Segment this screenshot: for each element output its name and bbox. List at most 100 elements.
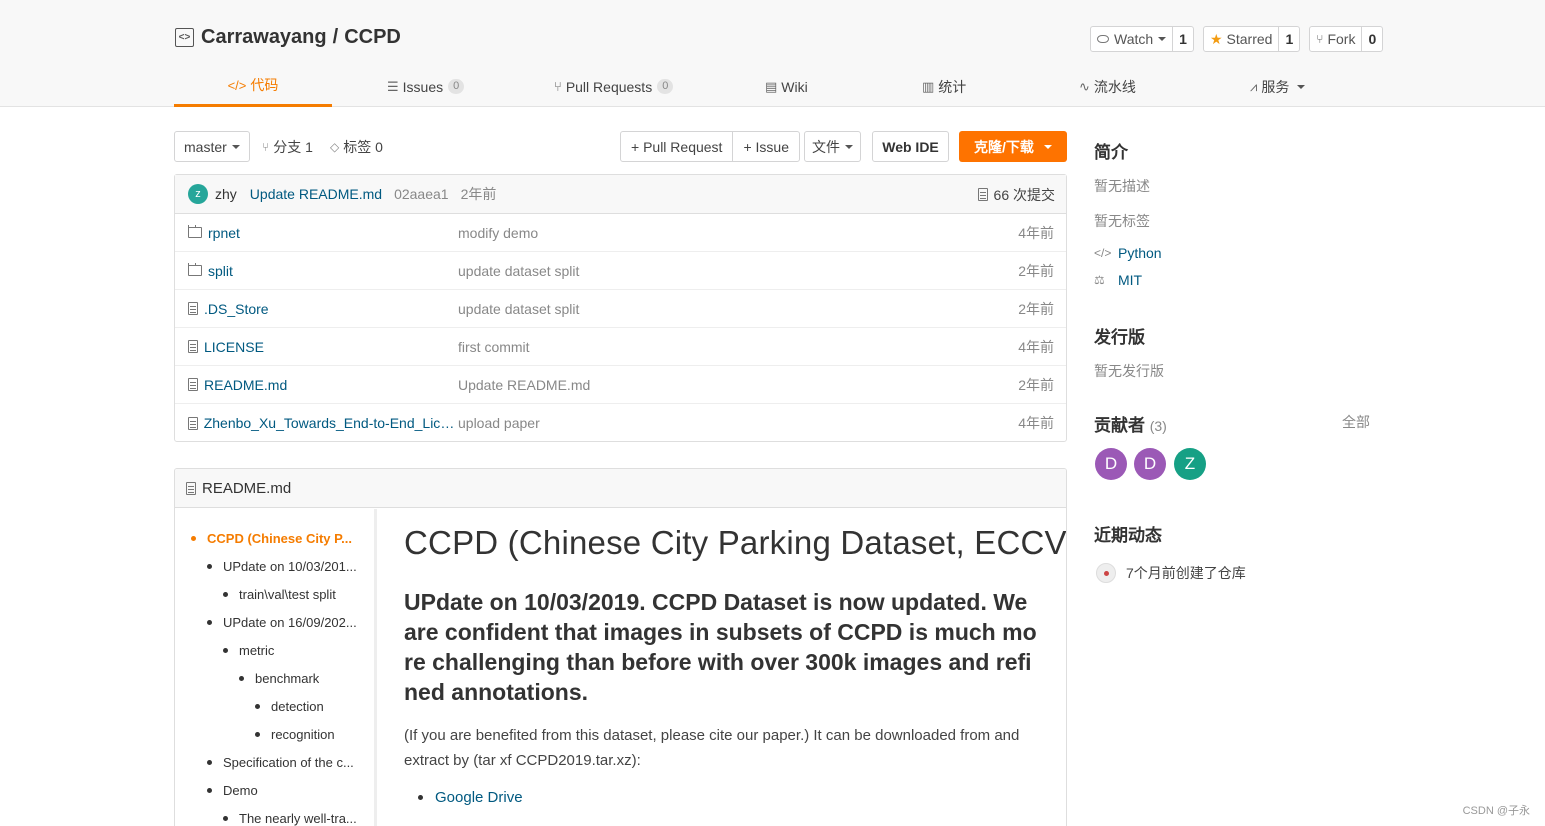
language-label: Python [1118,245,1162,261]
file-commit-message[interactable]: Update README.md [458,377,590,393]
toc-item[interactable]: metric [223,643,359,658]
toc-item[interactable]: Specification of the c... [207,755,359,770]
tab-pull-requests[interactable]: ⑂ Pull Requests 0 [554,66,674,107]
google-drive-link[interactable]: Google Drive [435,789,523,806]
tab-stats[interactable]: ▥ 统计 [922,66,966,107]
no-release-text: 暂无发行版 [1094,363,1164,379]
commit-message-link[interactable]: Update README.md [250,186,382,202]
table-row: split update dataset split 2年前 [175,252,1066,290]
tab-issues[interactable]: ☰ Issues 0 [387,66,465,107]
branch-select[interactable]: master [174,131,250,162]
readme-heading-2: UPdate on 10/03/2019. CCPD Dataset is no… [404,589,1037,705]
issues-count-badge: 0 [448,79,465,94]
file-link[interactable]: rpnet [188,224,458,241]
scale-icon: ⚖ [1094,273,1105,287]
file-link[interactable]: split [188,262,458,279]
avatar[interactable]: D [1134,448,1166,480]
fork-count[interactable]: 0 [1361,27,1382,51]
file-commit-message[interactable]: update dataset split [458,263,579,279]
file-list: z zhy Update README.md 02aaea1 2年前 66 次提… [174,174,1067,442]
star-count[interactable]: 1 [1278,27,1299,51]
repo-owner-link[interactable]: Carrawayang [201,26,327,49]
file-name: rpnet [208,224,240,241]
service-icon: ⩘ [1250,78,1258,94]
file-name: split [208,262,233,279]
fork-button[interactable]: ⑂ Fork [1310,27,1361,51]
file-commit-message[interactable]: modify demo [458,225,538,241]
clone-download-button[interactable]: 克隆/下载 [959,131,1067,162]
license-link[interactable]: ⚖ MIT [1094,272,1142,288]
fork-icon: ⑂ [1316,32,1324,46]
list-item[interactable]: Google Drive [418,789,523,806]
readme-header: README.md [175,469,1066,508]
file-commit-message[interactable]: first commit [458,339,530,355]
file-commit-time: 4年前 [1018,338,1054,355]
file-link[interactable]: .DS_Store [188,301,458,317]
chevron-down-icon [1158,37,1167,41]
tab-code[interactable]: </> 代码 [174,66,332,107]
tab-wiki[interactable]: ▤ Wiki [765,66,808,107]
toc-item[interactable]: Demo [207,783,359,798]
toc-item[interactable]: The nearly well-tra... [223,811,359,826]
toc-item[interactable]: CCPD (Chinese City P... [191,531,359,546]
tab-wiki-label: Wiki [781,78,808,95]
watch-button-group: Watch 1 [1090,26,1194,52]
tab-code-label: 代码 [250,77,279,93]
branches-link[interactable]: ⑂ 分支 1 [262,131,313,162]
tab-pipeline[interactable]: ∿ 流水线 [1079,66,1136,107]
eye-icon [1097,35,1109,43]
readme-filename: README.md [202,479,292,497]
watch-button[interactable]: Watch [1091,27,1172,51]
star-button[interactable]: ★ Starred [1204,27,1278,51]
tab-pull-requests-label: Pull Requests [565,78,653,95]
chevron-down-icon [845,144,853,149]
all-contributors-link[interactable]: 全部 [1342,412,1370,432]
file-menu-button[interactable]: 文件 [804,131,861,162]
avatar[interactable] [1096,563,1116,583]
file-link[interactable]: LICENSE [188,339,458,355]
toc-item[interactable]: recognition [255,727,359,742]
repo-name-link[interactable]: CCPD [344,26,401,49]
tags-link[interactable]: ◇ 标签 0 [330,131,383,162]
file-icon [188,340,198,353]
table-row: rpnet modify demo 4年前 [175,214,1066,252]
folder-icon [188,224,202,238]
watch-label: Watch [1114,31,1154,47]
file-icon [188,378,198,391]
avatar[interactable]: D [1095,448,1127,480]
avatar[interactable]: Z [1174,448,1206,480]
repo-actions: Watch 1 ★ Starred 1 ⑂ Fork 0 [1090,26,1384,52]
commits-icon [977,188,988,201]
file-icon [188,416,198,430]
toc-item[interactable]: benchmark [239,671,359,686]
commit-sha-link[interactable]: 02aaea1 [394,186,449,202]
commit-author[interactable]: zhy [215,186,237,202]
web-ide-button[interactable]: Web IDE [872,131,949,162]
new-pull-request-button[interactable]: + Pull Request [621,132,732,161]
table-row: README.md Update README.md 2年前 [175,366,1066,404]
toc-item[interactable]: UPdate on 16/09/202... [207,615,359,630]
file-commit-message[interactable]: update dataset split [458,301,579,317]
file-link[interactable]: Zhenbo_Xu_Towards_End-to-End_Licen... [188,415,458,431]
toc-item[interactable]: UPdate on 10/03/201... [207,559,359,574]
file-commit-message[interactable]: upload paper [458,415,540,431]
readme-toc: CCPD (Chinese City P... UPdate on 10/03/… [175,509,377,826]
tab-stats-label: 统计 [938,78,967,95]
watch-count[interactable]: 1 [1172,27,1193,51]
new-issue-button[interactable]: + Issue [732,132,799,161]
repo-separator: / [332,26,339,48]
file-link[interactable]: README.md [188,377,458,393]
toc-item[interactable]: detection [255,699,359,714]
file-name: .DS_Store [204,300,269,317]
tags-label: 标签 0 [343,138,383,155]
tab-service[interactable]: ⩘ 服务 [1250,66,1306,107]
avatar[interactable]: z [188,184,208,204]
code-icon: </> [227,77,247,93]
tab-pipeline-label: 流水线 [1093,78,1136,95]
file-icon [186,481,196,495]
toc-item[interactable]: train\val\test split [223,587,359,602]
license-label: MIT [1118,272,1143,288]
commits-count-link[interactable]: 66 次提交 [977,175,1055,214]
language-link[interactable]: </> Python [1094,245,1162,261]
readme-panel: README.md CCPD (Chinese City P... UPdate… [174,468,1067,826]
